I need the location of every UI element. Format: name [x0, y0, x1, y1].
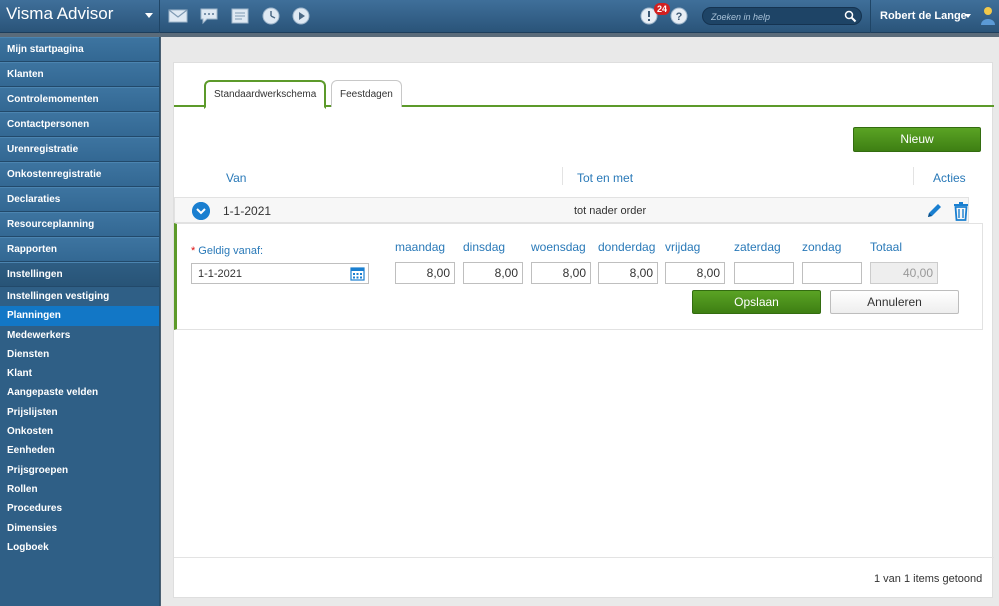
- column-divider: [913, 167, 914, 185]
- sidebar-item-declaraties[interactable]: Declaraties: [0, 187, 159, 212]
- column-header-tot-en-met[interactable]: Tot en met: [577, 171, 633, 185]
- pencil-icon[interactable]: [925, 202, 943, 220]
- day-label-donderdag: donderdag: [598, 240, 656, 254]
- sidebar-item-rapporten[interactable]: Rapporten: [0, 237, 159, 262]
- sidebar-subitem-diensten[interactable]: Diensten: [0, 345, 159, 364]
- day-input-woensdag[interactable]: [531, 262, 591, 284]
- sidebar-item-klanten[interactable]: Klanten: [0, 62, 159, 87]
- main-content: Standaardwerkschema Feestdagen Nieuw Van…: [161, 37, 999, 606]
- sidebar-item-resourceplanning[interactable]: Resourceplanning: [0, 212, 159, 237]
- total-input: [870, 262, 938, 284]
- help-search: [702, 7, 862, 25]
- day-label-zaterdag: zaterdag: [734, 240, 781, 254]
- sidebar-subitem-medewerkers[interactable]: Medewerkers: [0, 326, 159, 345]
- column-header-acties: Acties: [933, 171, 966, 185]
- sidebar-subitem-instellingen-vestiging[interactable]: Instellingen vestiging: [0, 287, 159, 306]
- mail-icon[interactable]: [168, 7, 188, 25]
- cancel-button[interactable]: Annuleren: [830, 290, 959, 314]
- tab-feestdagen[interactable]: Feestdagen: [331, 80, 402, 107]
- day-label-zondag: zondag: [802, 240, 842, 254]
- report-icon[interactable]: [230, 7, 250, 25]
- day-input-maandag[interactable]: [395, 262, 455, 284]
- sidebar-main-nav: Mijn startpagina Klanten Controlemomente…: [0, 37, 159, 287]
- pagination-status: 1 van 1 items getoond: [874, 573, 983, 585]
- day-label-woensdag: woensdag: [531, 240, 586, 254]
- column-header-van[interactable]: Van: [226, 171, 246, 185]
- help-icon[interactable]: ?: [669, 7, 689, 25]
- day-input-vrijdag[interactable]: [665, 262, 725, 284]
- help-search-input[interactable]: [711, 10, 841, 23]
- chevron-down-icon[interactable]: [965, 14, 971, 18]
- day-input-zondag[interactable]: [802, 262, 862, 284]
- user-avatar-icon[interactable]: [980, 6, 996, 26]
- play-icon[interactable]: [291, 7, 311, 25]
- sidebar-subitem-rollen[interactable]: Rollen: [0, 480, 159, 499]
- sidebar-subitem-aangepaste-velden[interactable]: Aangepaste velden: [0, 383, 159, 402]
- svg-text:?: ?: [676, 11, 683, 23]
- row-tot-en-met: tot nader order: [574, 205, 647, 217]
- schedule-editor: *Geldig vanaf: maandag dinsdag woensdag …: [174, 223, 983, 330]
- app-title: Visma Advisor: [6, 4, 114, 23]
- day-label-maandag: maandag: [395, 240, 446, 254]
- day-label-vrijdag: vrijdag: [665, 240, 701, 254]
- total-label: Totaal: [870, 240, 903, 254]
- notification-badge: 24: [654, 3, 671, 15]
- sidebar-subitem-dimensies[interactable]: Dimensies: [0, 519, 159, 538]
- schedule-panel: Standaardwerkschema Feestdagen Nieuw Van…: [173, 62, 994, 598]
- sidebar-item-contactpersonen[interactable]: Contactpersonen: [0, 112, 159, 137]
- sidebar: Mijn startpagina Klanten Controlemomente…: [0, 37, 160, 606]
- footer-divider: [174, 557, 994, 558]
- day-input-zaterdag[interactable]: [734, 262, 794, 284]
- app-brand-menu[interactable]: Visma Advisor: [0, 0, 160, 33]
- clock-icon[interactable]: [261, 7, 281, 25]
- valid-from-label: * Geldig vanaf:: [191, 245, 263, 257]
- user-menu[interactable]: Robert de Lange: [880, 10, 967, 22]
- top-bar: Visma Advisor 24 ? Robert de Lange: [0, 0, 999, 33]
- valid-from-input[interactable]: [191, 263, 369, 284]
- sidebar-subitem-prijsgroepen[interactable]: Prijsgroepen: [0, 461, 159, 480]
- row-van-date: 1-1-2021: [223, 204, 272, 218]
- day-label-dinsdag: dinsdag: [463, 240, 506, 254]
- sidebar-subitem-onkosten[interactable]: Onkosten: [0, 422, 159, 441]
- column-divider: [562, 167, 563, 185]
- day-input-donderdag[interactable]: [598, 262, 658, 284]
- sidebar-sub-nav: Instellingen vestiging Planningen Medewe…: [0, 287, 159, 558]
- sidebar-subitem-procedures[interactable]: Procedures: [0, 499, 159, 518]
- sidebar-subitem-eenheden[interactable]: Eenheden: [0, 441, 159, 460]
- calendar-icon[interactable]: [350, 266, 365, 281]
- sidebar-subitem-klant[interactable]: Klant: [0, 364, 159, 383]
- divider: [870, 0, 871, 33]
- sidebar-item-instellingen[interactable]: Instellingen: [0, 262, 159, 287]
- chat-icon[interactable]: [199, 7, 219, 25]
- sidebar-subitem-prijslijsten[interactable]: Prijslijsten: [0, 403, 159, 422]
- sidebar-item-onkostenregistratie[interactable]: Onkostenregistratie: [0, 162, 159, 187]
- sidebar-subitem-planningen[interactable]: Planningen: [0, 306, 159, 326]
- new-button[interactable]: Nieuw: [853, 127, 981, 152]
- day-input-dinsdag[interactable]: [463, 262, 523, 284]
- sidebar-subitem-logboek[interactable]: Logboek: [0, 538, 159, 557]
- sidebar-item-mijn-startpagina[interactable]: Mijn startpagina: [0, 37, 159, 62]
- save-button[interactable]: Opslaan: [692, 290, 821, 314]
- valid-from-label-text: Geldig vanaf:: [198, 245, 264, 257]
- tab-standaardwerkschema[interactable]: Standaardwerkschema: [204, 80, 327, 109]
- trash-icon[interactable]: [952, 201, 970, 221]
- chevron-down-icon: [145, 13, 153, 18]
- sidebar-item-controlemomenten[interactable]: Controlemomenten: [0, 87, 159, 112]
- table-row: 1-1-2021 tot nader order: [174, 197, 969, 223]
- required-marker: *: [191, 245, 196, 257]
- sidebar-item-urenregistratie[interactable]: Urenregistratie: [0, 137, 159, 162]
- collapse-chevron-icon[interactable]: [192, 202, 210, 220]
- search-icon[interactable]: [844, 10, 857, 23]
- tab-bar: Standaardwerkschema Feestdagen: [174, 80, 994, 109]
